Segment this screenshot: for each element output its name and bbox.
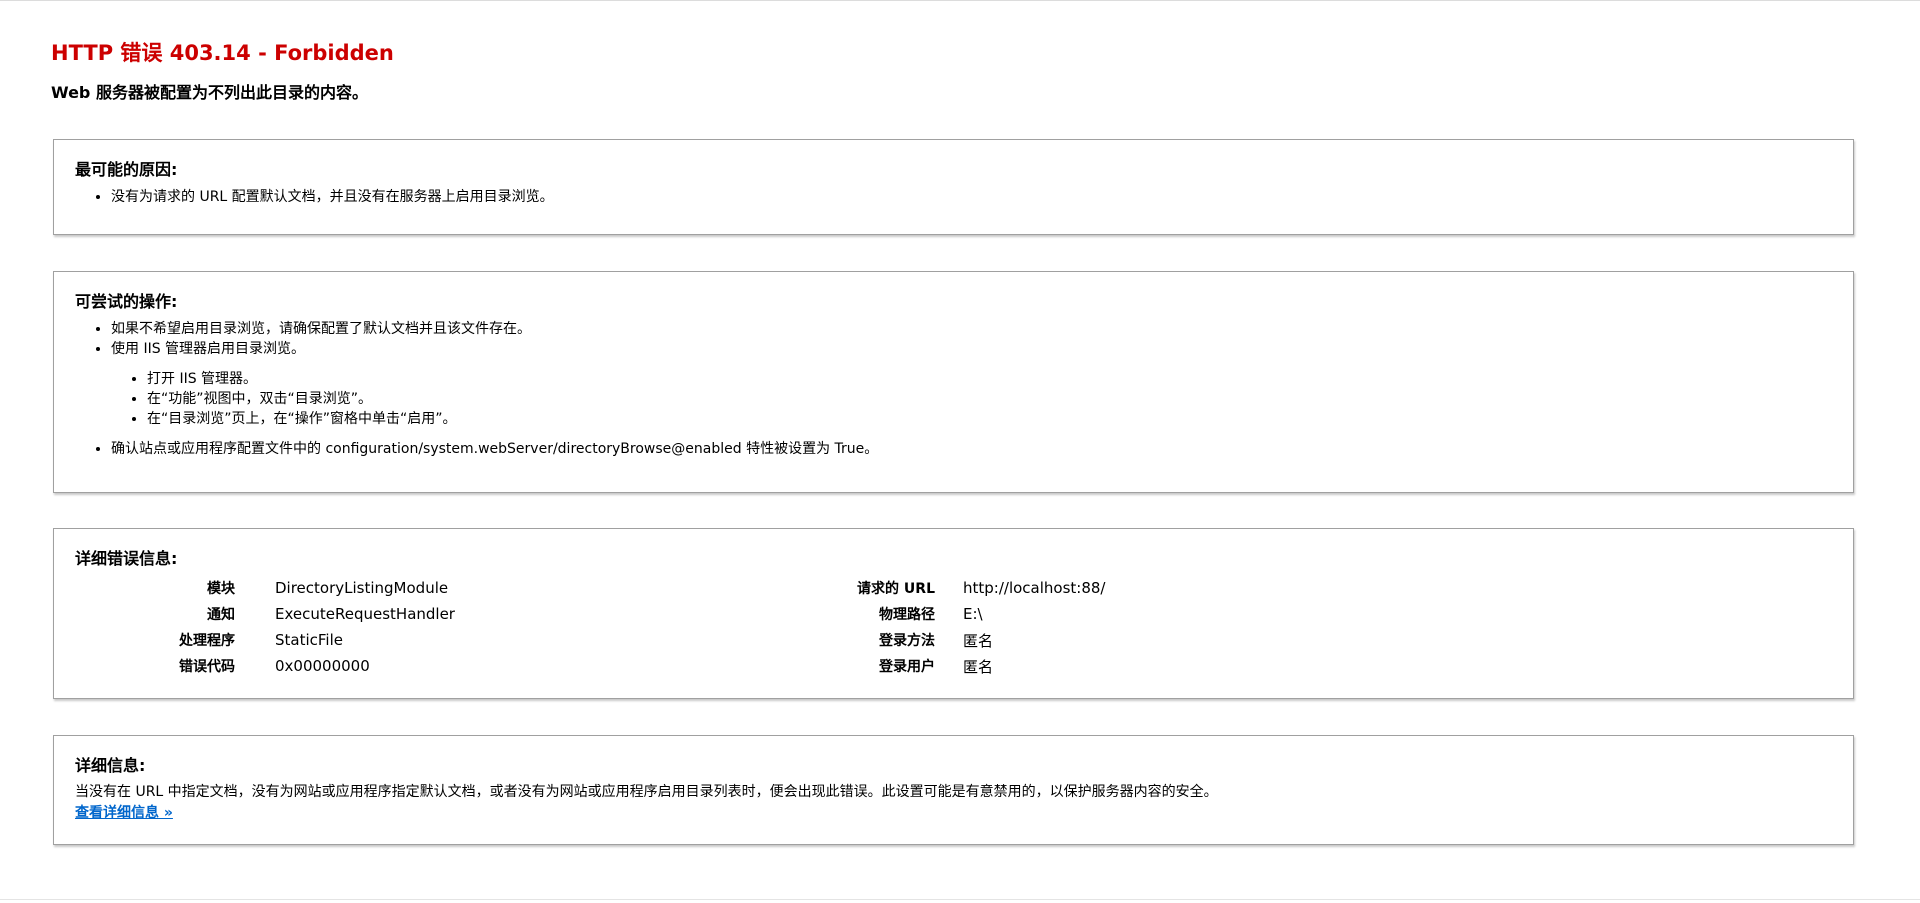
error-details-panel: 详细错误信息: 模块 通知 处理程序 错误代码 DirectoryListing… bbox=[53, 528, 1854, 699]
module-value: DirectoryListingModule bbox=[275, 579, 449, 597]
things-to-try-heading: 可尝试的操作: bbox=[75, 292, 178, 311]
physical-path-label: 物理路径 bbox=[879, 607, 935, 623]
list-item: 如果不希望启用目录浏览，请确保配置了默认文档并且该文件存在。 bbox=[111, 319, 1833, 339]
error-code-value: 0x00000000 bbox=[275, 657, 370, 675]
things-to-try-panel: 可尝试的操作: 如果不希望启用目录浏览，请确保配置了默认文档并且该文件存在。 使… bbox=[53, 271, 1854, 493]
error-code-label: 错误代码 bbox=[179, 659, 235, 675]
more-info-text: 当没有在 URL 中指定文档，没有为网站或应用程序指定默认文档，或者没有为网站或… bbox=[75, 784, 1218, 800]
notification-label: 通知 bbox=[207, 607, 235, 623]
more-info-panel: 详细信息: 当没有在 URL 中指定文档，没有为网站或应用程序指定默认文档，或者… bbox=[53, 735, 1854, 845]
error-details-table: 模块 通知 处理程序 错误代码 DirectoryListingModule E… bbox=[75, 575, 1833, 679]
bottom-divider bbox=[0, 899, 1920, 900]
error-details-heading: 详细错误信息: bbox=[75, 549, 178, 568]
likely-causes-heading: 最可能的原因: bbox=[75, 160, 178, 179]
list-item-text: 使用 IIS 管理器启用目录浏览。 bbox=[111, 341, 306, 357]
steps-list: 打开 IIS 管理器。 在“功能”视图中，双击“目录浏览”。 在“目录浏览”页上… bbox=[111, 369, 1833, 429]
logon-user-value: 匿名 bbox=[963, 657, 994, 676]
likely-causes-list: 没有为请求的 URL 配置默认文档，并且没有在服务器上启用目录浏览。 bbox=[75, 187, 1833, 207]
error-page: HTTP 错误 403.14 - Forbidden Web 服务器被配置为不列… bbox=[0, 0, 1920, 903]
right-labels-column: 请求的 URL 物理路径 登录方法 登录用户 bbox=[775, 575, 935, 679]
handler-value: StaticFile bbox=[275, 631, 343, 649]
logon-user-label: 登录用户 bbox=[879, 659, 935, 675]
page-header: HTTP 错误 403.14 - Forbidden Web 服务器被配置为不列… bbox=[51, 37, 394, 103]
right-values-column: http://localhost:88/ E:\ 匿名 匿名 bbox=[963, 575, 1563, 679]
handler-label: 处理程序 bbox=[179, 633, 235, 649]
things-to-try-list: 如果不希望启用目录浏览，请确保配置了默认文档并且该文件存在。 使用 IIS 管理… bbox=[75, 319, 1833, 459]
requested-url-value: http://localhost:88/ bbox=[963, 579, 1106, 597]
step-item: 在“目录浏览”页上，在“操作”窗格中单击“启用”。 bbox=[147, 409, 1833, 429]
page-title: HTTP 错误 403.14 - Forbidden bbox=[51, 41, 394, 65]
requested-url-label: 请求的 URL bbox=[857, 581, 935, 597]
list-item: 确认站点或应用程序配置文件中的 configuration/system.web… bbox=[111, 439, 1833, 459]
view-more-info-link[interactable]: 查看详细信息 » bbox=[75, 805, 173, 821]
likely-causes-panel: 最可能的原因: 没有为请求的 URL 配置默认文档，并且没有在服务器上启用目录浏… bbox=[53, 139, 1854, 235]
logon-method-label: 登录方法 bbox=[879, 633, 935, 649]
logon-method-value: 匿名 bbox=[963, 631, 994, 650]
list-item: 没有为请求的 URL 配置默认文档，并且没有在服务器上启用目录浏览。 bbox=[111, 187, 1833, 207]
more-info-heading: 详细信息: bbox=[75, 756, 146, 775]
page-subtitle: Web 服务器被配置为不列出此目录的内容。 bbox=[51, 83, 368, 102]
step-item: 打开 IIS 管理器。 bbox=[147, 369, 1833, 389]
module-label: 模块 bbox=[207, 581, 235, 597]
left-values-column: DirectoryListingModule ExecuteRequestHan… bbox=[275, 575, 775, 679]
physical-path-value: E:\ bbox=[963, 605, 983, 623]
left-labels-column: 模块 通知 处理程序 错误代码 bbox=[115, 575, 235, 679]
notification-value: ExecuteRequestHandler bbox=[275, 605, 455, 623]
step-item: 在“功能”视图中，双击“目录浏览”。 bbox=[147, 389, 1833, 409]
list-item: 使用 IIS 管理器启用目录浏览。 打开 IIS 管理器。 在“功能”视图中，双… bbox=[111, 339, 1833, 429]
